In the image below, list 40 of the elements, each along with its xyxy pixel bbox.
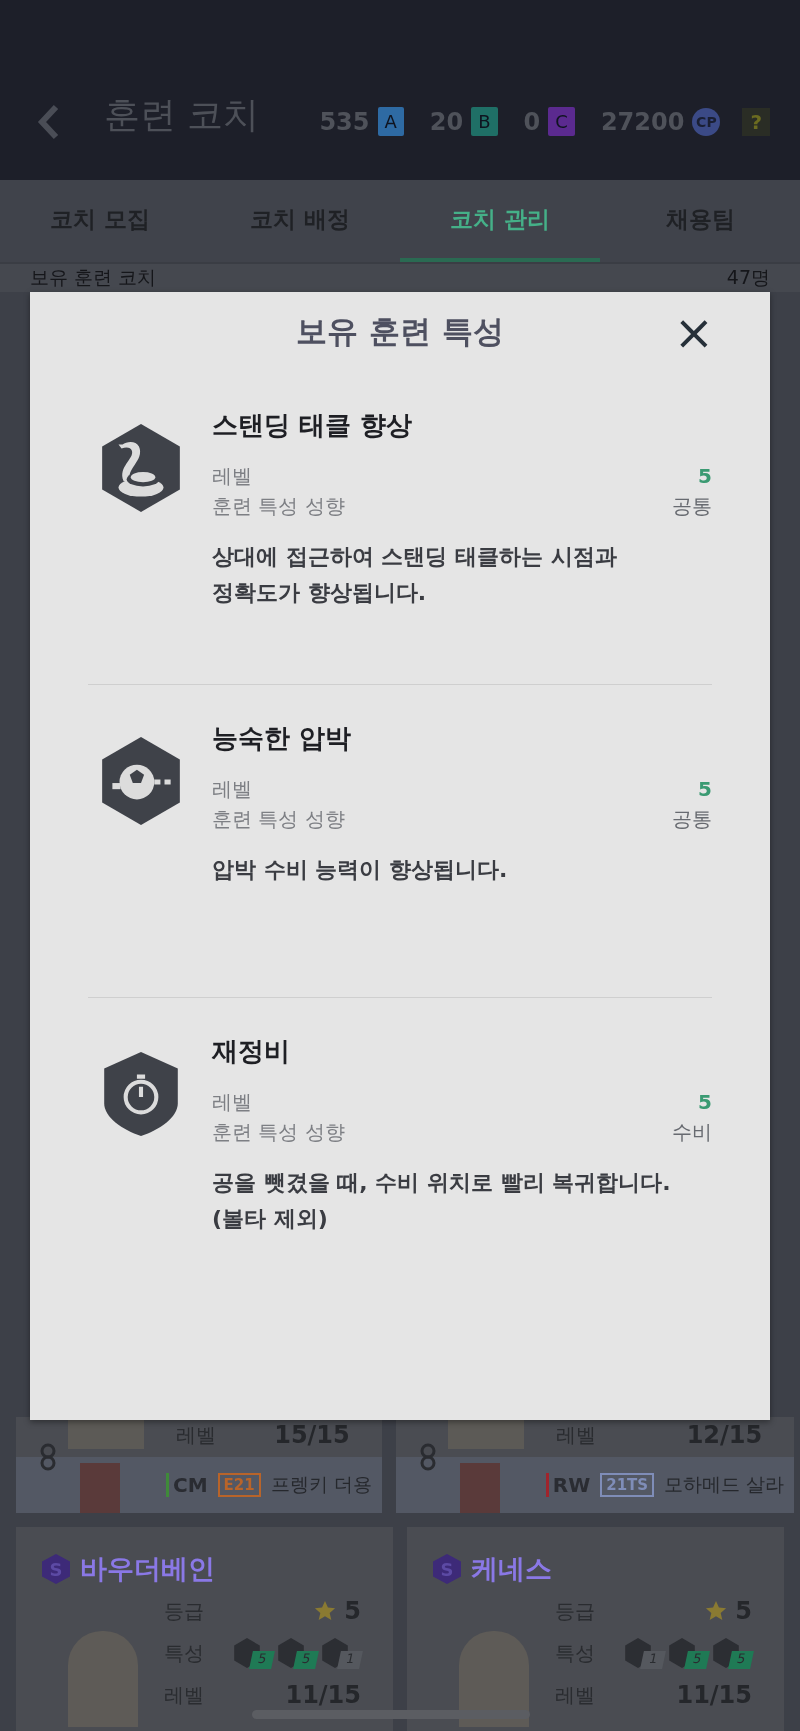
tendency-label: 훈련 특성 성향 <box>212 806 345 833</box>
close-button[interactable]: × <box>669 310 718 354</box>
level-label: 레벨 <box>212 1089 252 1116</box>
level-value: 5 <box>698 463 712 490</box>
trait-name: 스탠딩 태클 향상 <box>212 409 414 442</box>
photo-placeholder <box>80 1463 120 1513</box>
currency-icon: A <box>377 107 404 136</box>
star-icon <box>705 1600 728 1622</box>
trait-name: 재정비 <box>212 1035 291 1068</box>
trait-description: 공을 뺏겼을 때, 수비 위치로 빨리 복귀합니다. (볼타 제외) <box>212 1169 672 1233</box>
level-label: 레벨 <box>212 776 252 803</box>
back-icon[interactable] <box>36 104 60 140</box>
photo-placeholder <box>459 1463 500 1513</box>
level-value: 5 <box>698 1089 712 1116</box>
tendency-value: 공통 <box>672 493 712 520</box>
season-badge: E21 <box>217 1473 261 1497</box>
trait-description: 압박 수비 능력이 향상됩니다. <box>212 856 509 884</box>
currency-icon: C <box>548 107 575 136</box>
trait-name: 능숙한 압박 <box>212 722 353 755</box>
star-icon <box>314 1600 337 1622</box>
modal-title: 보유 훈련 특성 <box>296 312 504 351</box>
link-icon <box>419 1443 436 1471</box>
trait-description: 상대에 접근하여 스탠딩 태클하는 시점과 정확도가 향상됩니다. <box>212 543 618 607</box>
player-name: 프렝키 더용 <box>270 1472 372 1497</box>
currency-icon: B <box>471 107 498 136</box>
tendency-label: 훈련 특성 성향 <box>212 1119 345 1146</box>
level-label: 레벨 <box>212 463 252 490</box>
currency-icon: CP <box>692 107 721 136</box>
coach-name: 케네스 <box>471 1552 552 1586</box>
level-value: 5 <box>698 776 712 803</box>
coach-name: 바우더베인 <box>80 1552 215 1586</box>
tendency-value: 공통 <box>672 806 712 833</box>
help-button[interactable]: ? <box>742 107 770 136</box>
snake-icon <box>100 422 182 514</box>
tendency-value: 수비 <box>672 1119 712 1146</box>
player-name: 모하메드 살라 <box>664 1472 785 1497</box>
link-icon <box>40 1443 56 1471</box>
season-badge: 21TS <box>600 1473 655 1497</box>
ball-chain-icon <box>100 735 182 827</box>
tendency-label: 훈련 특성 성향 <box>212 493 345 520</box>
